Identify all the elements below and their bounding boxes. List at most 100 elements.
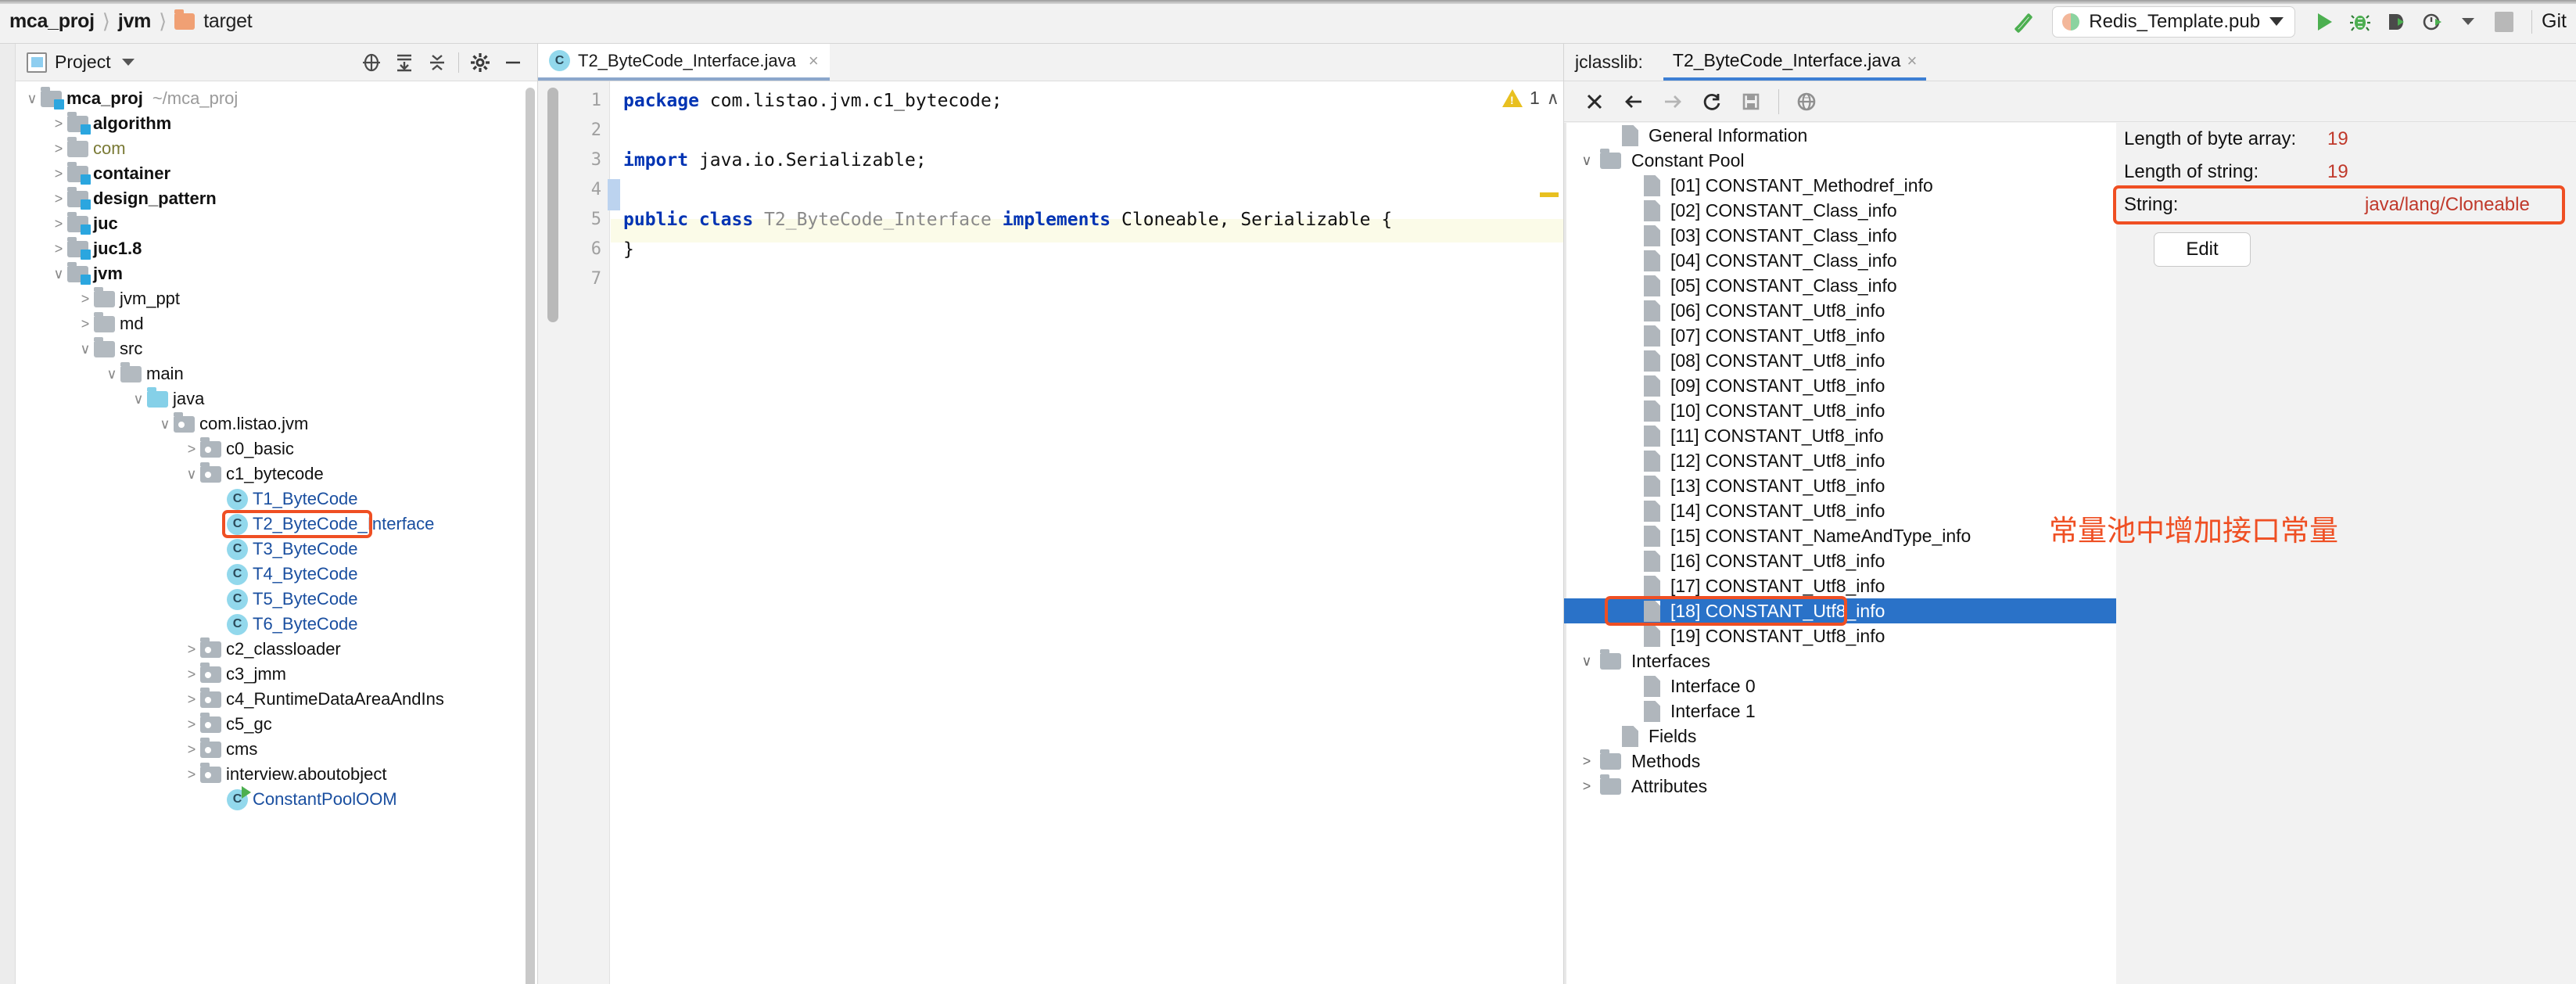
tree-node[interactable]: > c4_RuntimeDataAreaAndIns — [16, 687, 537, 712]
tree-node[interactable]: > juc1.8 — [16, 236, 537, 261]
reload-icon[interactable] — [1692, 84, 1731, 120]
forward-icon[interactable] — [1653, 84, 1692, 120]
chevron-down-icon[interactable]: ∨ — [183, 466, 200, 483]
expand-all-icon[interactable] — [388, 47, 421, 78]
jclasslib-toolbar — [1564, 81, 2576, 122]
breadcrumb-item-project[interactable]: mca_proj — [9, 10, 95, 33]
profiler-dropdown-icon[interactable] — [2450, 5, 2486, 39]
project-scrollbar[interactable] — [526, 88, 535, 984]
tree-node[interactable]: C T1_ByteCode — [16, 487, 537, 512]
chevron-down-icon[interactable] — [121, 59, 135, 66]
back-icon[interactable] — [1614, 84, 1653, 120]
editor-code-area[interactable]: package com.listao.jvm.c1_bytecode;impor… — [608, 81, 1579, 984]
tree-node[interactable]: C T4_ByteCode — [16, 562, 537, 587]
chevron-down-icon[interactable]: ∨ — [1573, 653, 1600, 670]
tree-node[interactable]: > interview.aboutobject — [16, 762, 537, 787]
chevron-right-icon[interactable]: > — [50, 166, 67, 182]
code-line[interactable]: public class T2_ByteCode_Interface imple… — [623, 210, 1392, 230]
previous-problem-icon[interactable]: ∧ — [1547, 88, 1559, 109]
stop-icon[interactable] — [2486, 5, 2522, 39]
chevron-right-icon[interactable]: > — [1573, 753, 1600, 770]
tree-node[interactable]: C T2_ByteCode_Interface — [16, 510, 537, 538]
tree-node[interactable]: > design_pattern — [16, 186, 537, 211]
chevron-down-icon[interactable]: ∨ — [103, 366, 120, 382]
tree-node[interactable]: C T3_ByteCode — [16, 537, 537, 562]
hide-panel-icon[interactable] — [497, 47, 529, 78]
warning-stripe-marker[interactable] — [1540, 192, 1559, 197]
tree-node[interactable]: > c0_basic — [16, 436, 537, 461]
detail-row-string: String: java/lang/Cloneable — [2113, 185, 2576, 224]
chevron-down-icon[interactable]: ∨ — [23, 91, 41, 107]
tree-node[interactable]: ∨ jvm — [16, 261, 537, 286]
tree-node[interactable]: > algorithm — [16, 111, 537, 136]
tree-node[interactable]: C T5_ByteCode — [16, 587, 537, 612]
tree-node[interactable]: C ConstantPoolOOM — [16, 785, 537, 812]
tree-node[interactable]: > cms — [16, 737, 537, 762]
chevron-down-icon[interactable]: ∨ — [156, 416, 174, 433]
chevron-down-icon[interactable]: ∨ — [77, 341, 94, 357]
build-hammer-icon[interactable] — [2005, 5, 2041, 39]
git-menu-label[interactable]: Git — [2542, 10, 2571, 33]
chevron-right-icon[interactable]: > — [183, 716, 200, 733]
chevron-down-icon[interactable]: ∨ — [130, 391, 147, 408]
code-line[interactable]: package com.listao.jvm.c1_bytecode; — [623, 91, 1003, 111]
chevron-down-icon[interactable]: ∨ — [50, 266, 67, 282]
chevron-right-icon[interactable]: > — [183, 666, 200, 683]
locate-icon[interactable] — [355, 47, 388, 78]
chevron-down-icon[interactable]: ∨ — [1573, 153, 1600, 169]
tree-node[interactable]: ∨ main — [16, 361, 537, 386]
chevron-right-icon[interactable]: > — [183, 767, 200, 783]
chevron-right-icon[interactable]: > — [50, 116, 67, 132]
breadcrumb-item-target[interactable]: target — [203, 10, 252, 33]
tree-node-label: T3_ByteCode — [253, 539, 358, 558]
tree-node[interactable]: > c5_gc — [16, 712, 537, 737]
tree-node[interactable]: > com — [16, 136, 537, 161]
document-icon — [1622, 725, 1638, 747]
tree-node[interactable]: > jvm_ppt — [16, 286, 537, 311]
chevron-right-icon[interactable]: > — [50, 191, 67, 207]
profiler-icon[interactable] — [2414, 5, 2450, 39]
save-icon[interactable] — [1731, 84, 1771, 120]
project-tree[interactable]: ∨ mca_proj ~/mca_proj > algorithm > com > contai… — [16, 81, 537, 981]
run-configuration-selector[interactable]: Redis_Template.pub — [2052, 5, 2296, 38]
tree-node[interactable]: ∨ com.listao.jvm — [16, 411, 537, 436]
jclasslib-tab[interactable]: T2_ByteCode_Interface.java × — [1663, 44, 1927, 81]
close-icon[interactable]: × — [1907, 51, 1917, 71]
chevron-right-icon[interactable]: > — [77, 316, 94, 332]
code-line[interactable]: import java.io.Serializable; — [623, 150, 927, 171]
tree-node-label: design_pattern — [93, 189, 217, 208]
tree-node[interactable]: ∨ src — [16, 336, 537, 361]
debug-icon[interactable] — [2342, 5, 2378, 39]
chevron-right-icon[interactable]: > — [50, 216, 67, 232]
coverage-icon[interactable] — [2378, 5, 2414, 39]
close-icon[interactable] — [1575, 84, 1614, 120]
tree-node[interactable]: ∨ mca_proj ~/mca_proj — [16, 86, 537, 111]
collapse-all-icon[interactable] — [421, 47, 454, 78]
tree-node[interactable]: ∨ c1_bytecode — [16, 461, 537, 487]
chevron-right-icon[interactable]: > — [50, 141, 67, 157]
editor-gutter[interactable]: 1 2 3 4 5 6 7 — [538, 81, 610, 984]
chevron-right-icon[interactable]: > — [77, 291, 94, 307]
tree-node[interactable]: > juc — [16, 211, 537, 236]
tree-node[interactable]: > md — [16, 311, 537, 336]
tree-node[interactable]: ∨ java — [16, 386, 537, 411]
tree-node[interactable]: > c3_jmm — [16, 662, 537, 687]
code-line[interactable]: } — [623, 239, 634, 260]
settings-gear-icon[interactable] — [464, 47, 497, 78]
edit-button[interactable]: Edit — [2154, 232, 2251, 267]
run-icon[interactable] — [2306, 5, 2342, 39]
chevron-right-icon[interactable]: > — [183, 641, 200, 658]
tree-node[interactable]: C T6_ByteCode — [16, 612, 537, 637]
tree-node[interactable]: > c2_classloader — [16, 637, 537, 662]
chevron-right-icon[interactable]: > — [1573, 778, 1600, 795]
chevron-right-icon[interactable]: > — [183, 742, 200, 758]
chevron-right-icon[interactable]: > — [50, 241, 67, 257]
tree-node[interactable]: > container — [16, 161, 537, 186]
chevron-right-icon[interactable]: > — [183, 441, 200, 458]
chevron-right-icon[interactable]: > — [183, 691, 200, 708]
editor-tab-T2ByteCodeInterface[interactable]: C T2_ByteCode_Interface.java × — [538, 44, 830, 81]
close-icon[interactable]: × — [809, 51, 819, 71]
browse-icon[interactable] — [1787, 84, 1826, 120]
code-keyword: import — [623, 150, 689, 171]
breadcrumb-item-module[interactable]: jvm — [118, 10, 151, 33]
